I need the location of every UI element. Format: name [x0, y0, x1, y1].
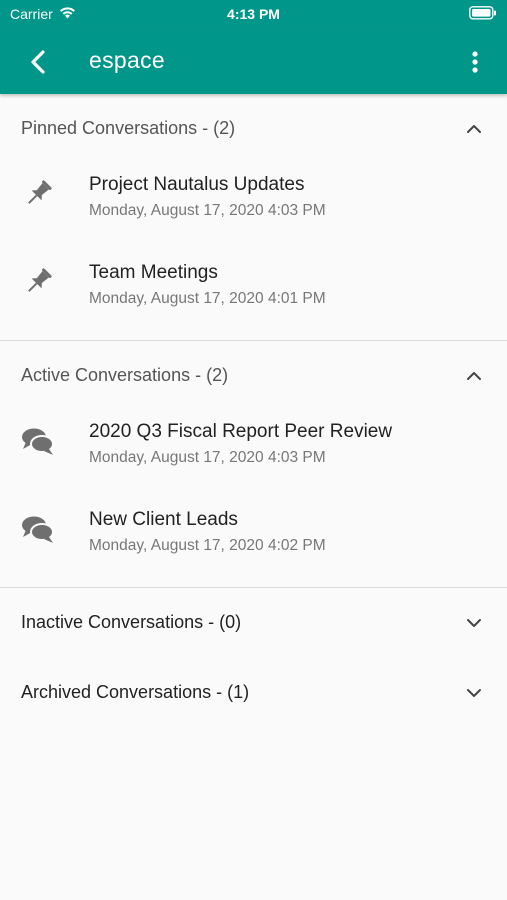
archived-section: Archived Conversations - (1): [0, 658, 507, 728]
conversation-name: Team Meetings: [89, 262, 218, 283]
pinned-section-header[interactable]: Pinned Conversations - (2): [0, 94, 507, 164]
pin-icon: [28, 268, 52, 292]
inactive-section-header[interactable]: Inactive Conversations - (0): [0, 588, 507, 658]
page-title: espace: [89, 47, 165, 73]
archived-section-label: Archived Conversations - (1): [21, 682, 250, 702]
more-options-button[interactable]: [459, 46, 491, 78]
status-bar: Carrier 4:13 PM: [0, 0, 507, 30]
chat-bubbles-icon: [22, 516, 54, 543]
active-section-header[interactable]: Active Conversations - (2): [0, 341, 507, 411]
chevron-left-icon: [31, 50, 45, 74]
status-time: 4:13 PM: [227, 6, 280, 22]
battery-icon: [469, 6, 497, 23]
top-bar: Carrier 4:13 PM espace: [0, 0, 507, 94]
conversation-name: Project Nautalus Updates: [89, 174, 305, 195]
conversation-item[interactable]: 2020 Q3 Fiscal Report Peer Review Monday…: [0, 411, 507, 499]
conversation-item[interactable]: Project Nautalus Updates Monday, August …: [0, 164, 507, 252]
conversation-item[interactable]: Team Meetings Monday, August 17, 2020 4:…: [0, 252, 507, 340]
active-section-label: Active Conversations - (2): [21, 365, 229, 385]
conversation-date: Monday, August 17, 2020 4:03 PM: [89, 449, 326, 466]
conversation-date: Monday, August 17, 2020 4:01 PM: [89, 290, 326, 307]
conversation-name: 2020 Q3 Fiscal Report Peer Review: [89, 421, 393, 442]
conversation-name: New Client Leads: [89, 509, 238, 530]
pin-icon: [28, 180, 52, 204]
conversation-date: Monday, August 17, 2020 4:03 PM: [89, 202, 326, 219]
app-header: espace: [0, 30, 507, 94]
back-button[interactable]: [22, 46, 54, 78]
inactive-section: Inactive Conversations - (0): [0, 588, 507, 658]
active-section: Active Conversations - (2) 2020 Q3 Fisca…: [0, 341, 507, 588]
pinned-section-label: Pinned Conversations - (2): [21, 118, 236, 138]
conversation-date: Monday, August 17, 2020 4:02 PM: [89, 537, 326, 554]
inactive-section-label: Inactive Conversations - (0): [21, 612, 242, 632]
chat-bubbles-icon: [22, 428, 54, 455]
chevron-up-icon: [467, 372, 481, 380]
app-screen: Carrier 4:13 PM espace Pinned Conversati…: [0, 0, 507, 900]
pinned-section: Pinned Conversations - (2) Project Nauta…: [0, 94, 507, 341]
archived-section-header[interactable]: Archived Conversations - (1): [0, 658, 507, 728]
chevron-down-icon: [467, 619, 481, 627]
conversation-item[interactable]: New Client Leads Monday, August 17, 2020…: [0, 499, 507, 587]
chevron-down-icon: [467, 689, 481, 697]
chevron-up-icon: [467, 125, 481, 133]
more-vertical-icon: [472, 51, 478, 73]
